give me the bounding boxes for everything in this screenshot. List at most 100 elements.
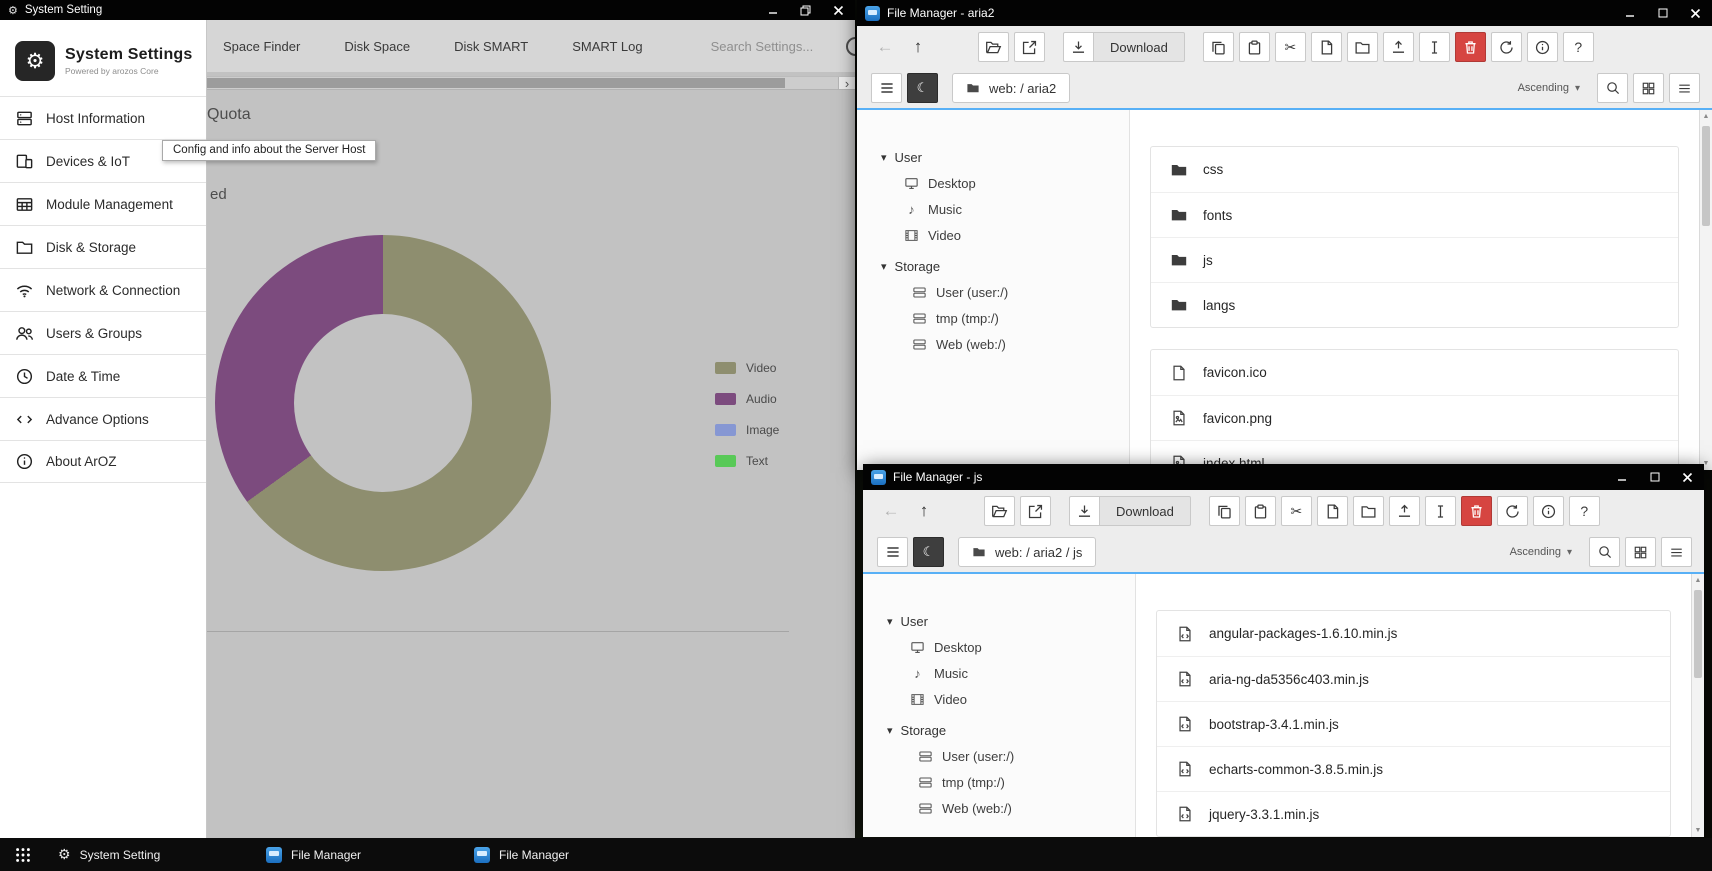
tree-item-web-drive[interactable]: Web (web:/)	[881, 331, 1129, 357]
tree-item-video[interactable]: Video	[881, 222, 1129, 248]
file-row[interactable]: favicon.ico	[1151, 350, 1678, 395]
upload-button[interactable]	[1389, 496, 1420, 526]
taskbar-item-file-manager-2[interactable]: File Manager	[462, 838, 670, 871]
open-external-button[interactable]	[1020, 496, 1051, 526]
rename-button[interactable]	[1419, 32, 1450, 62]
minimize-button[interactable]	[1613, 0, 1646, 26]
open-folder-button[interactable]	[978, 32, 1009, 62]
search-button[interactable]	[1589, 537, 1620, 567]
legend-item[interactable]: Image	[715, 414, 779, 445]
download-icon-button[interactable]	[1069, 496, 1100, 526]
sidebar-item-users-groups[interactable]: Users & Groups	[0, 311, 206, 354]
paste-button[interactable]	[1245, 496, 1276, 526]
refresh-button[interactable]	[1497, 496, 1528, 526]
close-button[interactable]	[1671, 464, 1704, 490]
legend-item[interactable]: Video	[715, 352, 779, 383]
scroll-right-button[interactable]: ›	[838, 77, 855, 89]
maximize-button[interactable]	[789, 0, 822, 20]
maximize-button[interactable]	[1646, 0, 1679, 26]
fm-titlebar[interactable]: File Manager - aria2	[857, 0, 1712, 26]
rename-button[interactable]	[1425, 496, 1456, 526]
back-button[interactable]: ←	[871, 32, 899, 62]
close-button[interactable]	[822, 0, 855, 20]
download-button[interactable]: Download	[1100, 496, 1191, 526]
vertical-scrollbar[interactable]: ▲ ▼	[1691, 574, 1704, 837]
scrollbar-thumb[interactable]	[1694, 590, 1702, 678]
tree-item-music[interactable]: ♪Music	[887, 660, 1135, 686]
minimize-button[interactable]	[1605, 464, 1638, 490]
file-row[interactable]: js	[1151, 237, 1678, 282]
search-button[interactable]	[1597, 73, 1628, 103]
scrollbar-thumb[interactable]	[1702, 126, 1710, 226]
close-button[interactable]	[1679, 0, 1712, 26]
scroll-up-icon[interactable]: ▲	[1692, 577, 1704, 584]
tree-item-music[interactable]: ♪Music	[881, 196, 1129, 222]
sidebar-item-date-time[interactable]: Date & Time	[0, 354, 206, 397]
upload-button[interactable]	[1383, 32, 1414, 62]
tree-item-web-drive[interactable]: Web (web:/)	[887, 795, 1135, 821]
new-folder-button[interactable]	[1347, 32, 1378, 62]
app-launcher-button[interactable]	[0, 838, 46, 871]
menu-button[interactable]	[871, 73, 902, 103]
tab-disk-space[interactable]: Disk Space	[344, 39, 410, 54]
tab-smart-log[interactable]: SMART Log	[572, 39, 642, 54]
list-view-button[interactable]	[1661, 537, 1692, 567]
taskbar-item-system-setting[interactable]: ⚙ System Setting	[46, 838, 254, 871]
grid-view-button[interactable]	[1633, 73, 1664, 103]
tree-item-user-drive[interactable]: User (user:/)	[881, 279, 1129, 305]
legend-item[interactable]: Text	[715, 445, 779, 476]
up-button[interactable]: ↑	[910, 496, 938, 526]
breadcrumb[interactable]: web: / aria2 / js	[958, 537, 1096, 567]
back-button[interactable]: ←	[877, 496, 905, 526]
open-external-button[interactable]	[1014, 32, 1045, 62]
scrollbar-thumb[interactable]	[207, 78, 785, 88]
new-file-button[interactable]	[1311, 32, 1342, 62]
tree-item-video[interactable]: Video	[887, 686, 1135, 712]
sort-order-dropdown[interactable]: Ascending ▾	[1518, 82, 1580, 94]
sort-order-dropdown[interactable]: Ascending ▾	[1510, 546, 1572, 558]
delete-button[interactable]	[1455, 32, 1486, 62]
dark-mode-toggle[interactable]: ☾	[907, 73, 938, 103]
new-folder-button[interactable]	[1353, 496, 1384, 526]
info-button[interactable]	[1533, 496, 1564, 526]
copy-button[interactable]	[1209, 496, 1240, 526]
sidebar-item-host-information[interactable]: Host Information	[0, 96, 206, 139]
tree-section-storage[interactable]: ▾Storage	[887, 717, 1135, 743]
delete-button[interactable]	[1461, 496, 1492, 526]
info-button[interactable]	[1527, 32, 1558, 62]
tree-item-desktop[interactable]: Desktop	[881, 170, 1129, 196]
file-row[interactable]: aria-ng-da5356c403.min.js	[1157, 656, 1670, 701]
legend-item[interactable]: Audio	[715, 383, 779, 414]
scroll-up-icon[interactable]: ▲	[1700, 113, 1712, 120]
minimize-button[interactable]	[756, 0, 789, 20]
cut-button[interactable]: ✂	[1281, 496, 1312, 526]
sidebar-item-advance-options[interactable]: Advance Options	[0, 397, 206, 440]
taskbar-item-file-manager-1[interactable]: File Manager	[254, 838, 462, 871]
up-button[interactable]: ↑	[904, 32, 932, 62]
tree-item-tmp-drive[interactable]: tmp (tmp:/)	[881, 305, 1129, 331]
tree-section-user[interactable]: ▾User	[887, 608, 1135, 634]
maximize-button[interactable]	[1638, 464, 1671, 490]
file-row[interactable]: angular-packages-1.6.10.min.js	[1157, 611, 1670, 656]
list-view-button[interactable]	[1669, 73, 1700, 103]
scroll-down-icon[interactable]: ▼	[1692, 827, 1704, 834]
file-row[interactable]: bootstrap-3.4.1.min.js	[1157, 701, 1670, 746]
tree-item-tmp-drive[interactable]: tmp (tmp:/)	[887, 769, 1135, 795]
sidebar-item-disk-storage[interactable]: Disk & Storage	[0, 225, 206, 268]
download-icon-button[interactable]	[1063, 32, 1094, 62]
paste-button[interactable]	[1239, 32, 1270, 62]
tree-item-user-drive[interactable]: User (user:/)	[887, 743, 1135, 769]
file-row[interactable]: jquery-3.3.1.min.js	[1157, 791, 1670, 836]
file-row[interactable]: fonts	[1151, 192, 1678, 237]
file-row[interactable]: echarts-common-3.8.5.min.js	[1157, 746, 1670, 791]
horizontal-scrollbar[interactable]: ›	[207, 76, 855, 90]
new-file-button[interactable]	[1317, 496, 1348, 526]
open-folder-button[interactable]	[984, 496, 1015, 526]
breadcrumb[interactable]: web: / aria2	[952, 73, 1070, 103]
tree-section-storage[interactable]: ▾Storage	[881, 253, 1129, 279]
cut-button[interactable]: ✂	[1275, 32, 1306, 62]
file-row[interactable]: langs	[1151, 282, 1678, 327]
help-button[interactable]: ?	[1563, 32, 1594, 62]
sidebar-item-module-management[interactable]: Module Management	[0, 182, 206, 225]
fm-titlebar[interactable]: File Manager - js	[863, 464, 1704, 490]
